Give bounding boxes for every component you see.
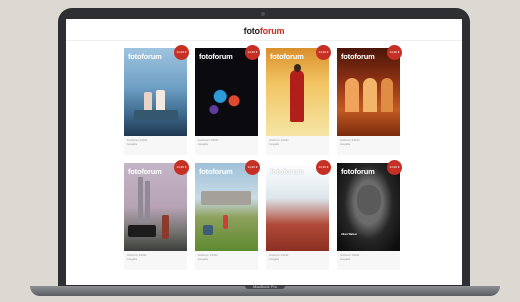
portrait-shape (357, 185, 381, 215)
rock-shape (134, 110, 178, 120)
issue-cover[interactable]: fotoforum Albert Watson (337, 163, 400, 251)
price-badge: 14,90 € (174, 160, 189, 175)
issue-subtitle: Ausgabe (340, 143, 351, 146)
cover-brand: fotoforum (270, 52, 304, 61)
figure-shape (203, 225, 213, 235)
skyline-shape (201, 191, 251, 205)
cover-brand: fotoforum (128, 167, 162, 176)
price-badge: 14,90 € (316, 160, 331, 175)
camera-icon (261, 12, 265, 16)
tower-shape (138, 177, 143, 223)
arch-shape (345, 78, 359, 112)
issue-card[interactable]: fotoforum Albert Watson 14,90 € fotoforu… (337, 160, 402, 270)
issue-subtitle: Ausgabe (269, 143, 280, 146)
issue-meta: Fotoforum 6/2022 Ausgabe (127, 139, 147, 147)
issue-subtitle: Ausgabe (198, 258, 209, 261)
issue-cover[interactable]: fotoforum (266, 48, 329, 136)
cover-headline: Albert Watson (341, 233, 358, 236)
issue-card[interactable]: fotoforum 14,90 € fotoforum 6/2021 Ausgab… (266, 160, 331, 270)
arch-shape (381, 78, 393, 112)
cover-brand: fotoforum (341, 52, 375, 61)
issue-cover[interactable]: fotoforum (195, 163, 258, 251)
issue-meta: fotoforum 6/2021 Ausgabe (269, 254, 289, 262)
site-logo[interactable]: fotoforum (244, 26, 285, 36)
issue-cover[interactable]: fotoforum (266, 163, 329, 251)
issue-subtitle: Ausgabe (127, 258, 138, 261)
issue-subtitle: Ausgabe (340, 258, 351, 261)
site-header: fotoforum (66, 19, 462, 41)
issue-subtitle: Ausgabe (198, 143, 209, 146)
cover-brand: fotoforum (128, 52, 162, 61)
price-badge: 14,90 € (387, 160, 402, 175)
issue-cover[interactable]: fotoforum (195, 48, 258, 136)
issue-meta: fotoforum 3/2022 Ausgabe (340, 139, 360, 147)
issue-card[interactable]: fotoforum 14,90 € fotoforum 2/2022 Ausgab… (124, 160, 189, 270)
logo-prefix: foto (243, 26, 260, 36)
figure-shape (223, 215, 228, 229)
price-badge: 14,90 € (174, 45, 189, 60)
issue-meta: fotoforum 5/2021 Ausgabe (340, 254, 360, 262)
issue-meta: fotoforum 4/2022 Ausgabe (269, 139, 289, 147)
laptop-screen: fotoforum fotoforum 14,90 € Fotoforum 6/… (66, 19, 462, 285)
issue-cover[interactable]: fotoforum (124, 163, 187, 251)
laptop-model-label: MacBook Pro (252, 284, 277, 289)
issue-meta: fotoforum 2/2022 Ausgabe (127, 254, 147, 262)
figure-shape (294, 64, 301, 72)
cover-brand: fotoforum (341, 167, 375, 176)
logo-suffix: forum (259, 26, 285, 36)
laptop-base: MacBook Pro (30, 284, 500, 296)
issue-subtitle: Ausgabe (269, 258, 280, 261)
issue-cover[interactable]: fotoforum (337, 48, 400, 136)
laptop-bezel: fotoforum fotoforum 14,90 € Fotoforum 6/… (58, 8, 470, 292)
issue-meta: Fotoforum 5/2022 Ausgabe (198, 139, 218, 147)
cover-brand: fotoforum (270, 167, 304, 176)
tower-shape (145, 181, 150, 223)
price-badge: 14,90 € (245, 160, 260, 175)
issue-card[interactable]: fotoforum 14,90 € Fotoforum 6/2022 Ausgab… (124, 45, 189, 155)
issue-card[interactable]: fotoforum 14,90 € fotoforum 1/2022 Ausgab… (195, 160, 260, 270)
car-shape (128, 225, 156, 237)
arch-shape (363, 78, 377, 112)
figure-shape (290, 70, 304, 122)
price-badge: 14,90 € (245, 45, 260, 60)
price-badge: 14,90 € (316, 45, 331, 60)
figure-shape (144, 92, 152, 112)
figure-shape (162, 215, 169, 239)
issue-card[interactable]: fotoforum 14,90 € fotoforum 3/2022 Ausgab… (337, 45, 402, 155)
issue-card[interactable]: fotoforum 14,90 € fotoforum 4/2022 Ausgab… (266, 45, 331, 155)
cover-brand: fotoforum (199, 52, 233, 61)
issue-meta: fotoforum 1/2022 Ausgabe (198, 254, 218, 262)
cover-brand: fotoforum (199, 167, 233, 176)
issue-cover[interactable]: fotoforum (124, 48, 187, 136)
issue-card[interactable]: fotoforum 14,90 € Fotoforum 5/2022 Ausgab… (195, 45, 260, 155)
price-badge: 14,90 € (387, 45, 402, 60)
issue-subtitle: Ausgabe (127, 143, 138, 146)
